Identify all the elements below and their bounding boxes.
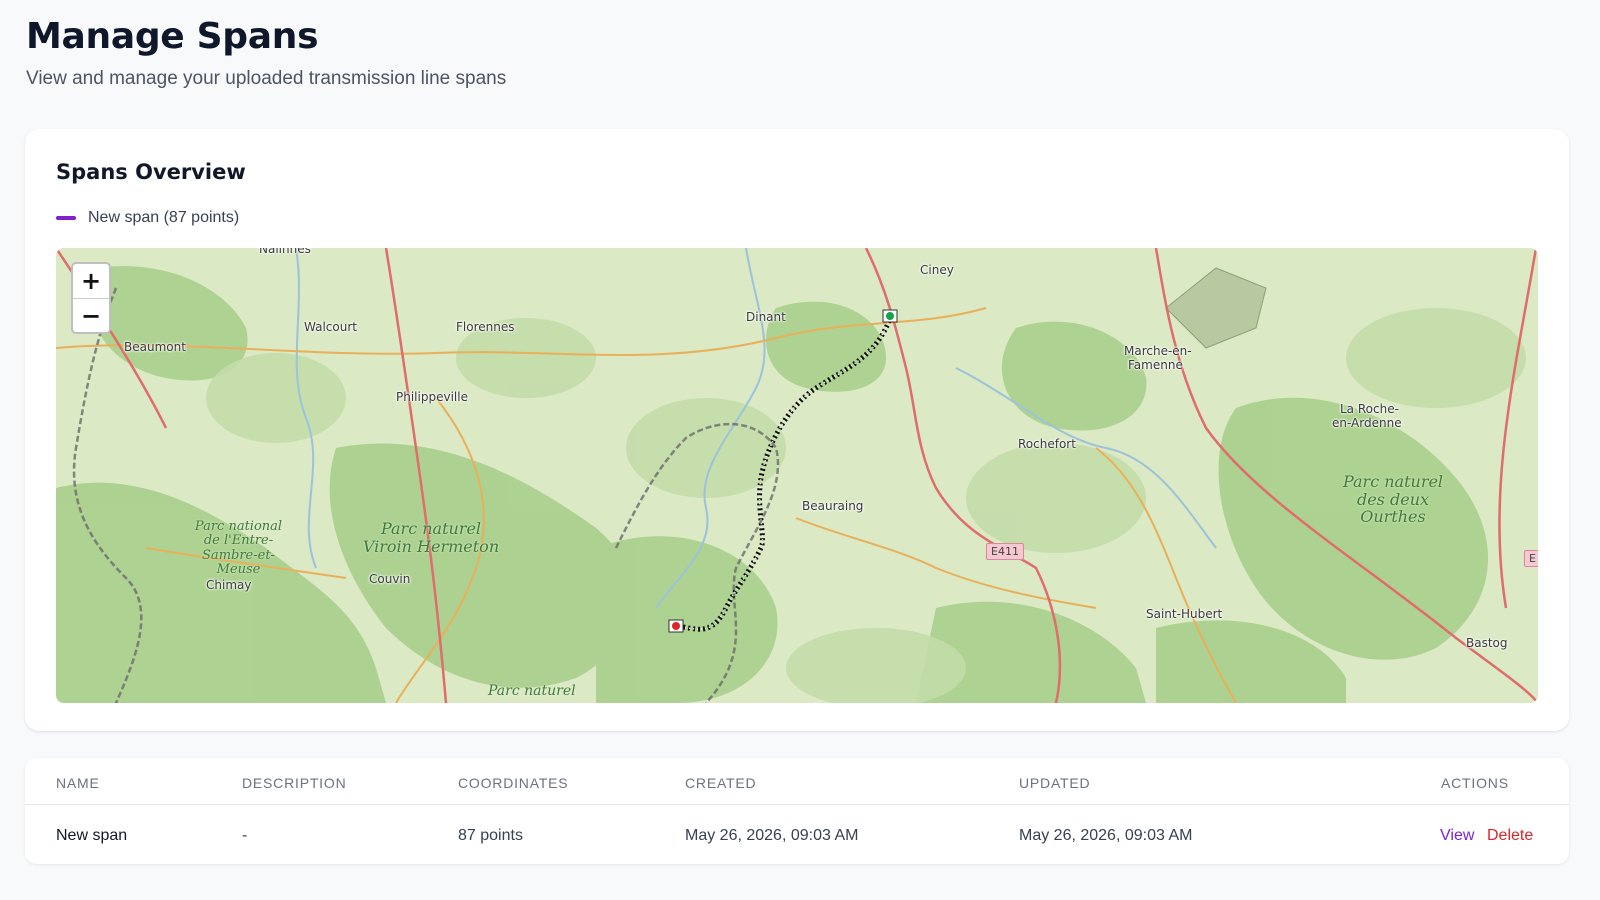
map-label: Parc naturel bbox=[488, 683, 576, 699]
table-header: NAME DESCRIPTION COORDINATES CREATED UPD… bbox=[25, 758, 1569, 805]
road-shield: E411 bbox=[986, 543, 1024, 560]
road-shield: E bbox=[1524, 550, 1538, 567]
legend-label: New span (87 points) bbox=[88, 209, 240, 226]
spans-overview-card: Spans Overview New span (87 points) + − … bbox=[25, 129, 1569, 731]
map-label: Saint-Hubert bbox=[1146, 607, 1223, 621]
map-label: Beauraing bbox=[802, 499, 864, 513]
zoom-out-button[interactable]: − bbox=[73, 298, 109, 332]
map-label: Chimay bbox=[206, 578, 252, 592]
map-label: Couvin bbox=[369, 572, 411, 586]
card-title: Spans Overview bbox=[56, 160, 246, 184]
zoom-control: + − bbox=[71, 262, 111, 334]
column-header-created: CREATED bbox=[685, 775, 757, 791]
span-created: May 26, 2026, 09:03 AM bbox=[685, 827, 859, 844]
map-label: Philippeville bbox=[396, 390, 468, 404]
park-label: Parc naturel Viroin Hermeton bbox=[362, 519, 500, 556]
map-label: Florennes bbox=[456, 320, 515, 334]
map-label: Famenne bbox=[1128, 358, 1183, 372]
map-label: Bastog bbox=[1466, 636, 1508, 650]
page-subtitle: View and manage your uploaded transmissi… bbox=[26, 68, 507, 89]
map-label: en-Ardenne bbox=[1332, 416, 1402, 430]
map[interactable]: + − Nalinnes Walcourt Florennes Dinant C… bbox=[56, 248, 1538, 703]
map-legend: New span (87 points) bbox=[56, 209, 239, 227]
delete-button[interactable]: Delete bbox=[1487, 827, 1533, 845]
column-header-coordinates: COORDINATES bbox=[458, 775, 569, 791]
map-label: Walcourt bbox=[304, 320, 357, 334]
span-updated: May 26, 2026, 09:03 AM bbox=[1019, 827, 1193, 844]
map-label: Marche-en- bbox=[1124, 344, 1192, 358]
page-title: Manage Spans bbox=[26, 16, 319, 57]
view-button[interactable]: View bbox=[1440, 827, 1474, 845]
map-label: Nalinnes bbox=[259, 248, 311, 256]
zoom-in-button[interactable]: + bbox=[73, 264, 109, 298]
map-label: Ciney bbox=[920, 263, 954, 277]
map-label: La Roche- bbox=[1340, 402, 1399, 416]
park-label: Parc naturel des deux Ourthes bbox=[1342, 472, 1444, 527]
column-header-name: NAME bbox=[56, 775, 100, 791]
column-header-actions: ACTIONS bbox=[1441, 775, 1509, 791]
map-label: Dinant bbox=[746, 310, 786, 324]
span-name: New span bbox=[56, 827, 128, 844]
park-label: Parc national de l'Entre-Sambre-et-Meuse bbox=[194, 519, 283, 577]
map-label: Beaumont bbox=[124, 340, 186, 354]
spans-table: NAME DESCRIPTION COORDINATES CREATED UPD… bbox=[25, 758, 1569, 864]
span-description: - bbox=[242, 827, 248, 844]
map-tiles bbox=[56, 248, 1538, 703]
map-label: Rochefort bbox=[1018, 437, 1076, 451]
column-header-updated: UPDATED bbox=[1019, 775, 1091, 791]
legend-swatch bbox=[56, 216, 76, 220]
span-coordinates: 87 points bbox=[458, 827, 523, 844]
column-header-description: DESCRIPTION bbox=[242, 775, 347, 791]
